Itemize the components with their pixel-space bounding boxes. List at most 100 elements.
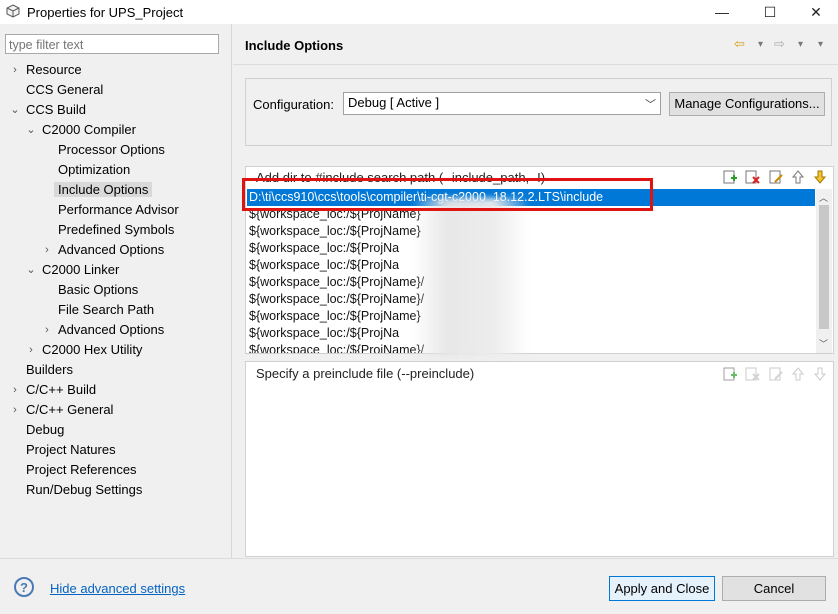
tree-item[interactable]: › Advanced Options (45, 240, 165, 260)
tree-item[interactable]: ⌄ C2000 Compiler (26, 120, 136, 140)
tree-item-label: Debug (26, 422, 65, 437)
filter-input[interactable] (5, 34, 219, 54)
tree-item-label: Predefined Symbols (58, 222, 175, 237)
tree-item-label: C2000 Linker (42, 262, 120, 277)
chevron-right-icon[interactable]: › (26, 340, 36, 360)
tree-item[interactable]: Optimization (58, 160, 130, 180)
tree-item-label: Optimization (58, 162, 131, 177)
tree-item[interactable]: File Search Path (58, 300, 154, 320)
move-up-icon[interactable] (790, 366, 806, 382)
minimize-button[interactable]: — (702, 0, 742, 24)
scrollbar-thumb[interactable] (819, 205, 829, 329)
configuration-value: Debug [ Active ] (348, 95, 440, 110)
edit-icon[interactable] (768, 169, 784, 185)
tree-item-label: Basic Options (58, 282, 139, 297)
annotation-highlight-box (242, 178, 653, 211)
tree-item-label: Performance Advisor (58, 202, 179, 217)
page-title: Include Options (245, 38, 344, 53)
back-menu-icon[interactable]: ▾ (758, 39, 763, 55)
tree-item-label: C/C++ Build (26, 382, 97, 397)
tree-item[interactable]: Basic Options (58, 280, 138, 300)
tree-item-label: Resource (26, 62, 82, 77)
list-item[interactable]: ${workspace_loc:/${ProjNa (249, 240, 399, 257)
list-item[interactable]: ${workspace_loc:/${ProjName} (249, 223, 421, 240)
app-icon (6, 4, 20, 18)
tree-item-label: CCS Build (26, 102, 86, 117)
chevron-down-icon: ﹀ (645, 99, 656, 111)
tree-item[interactable]: Run/Debug Settings (26, 480, 142, 500)
list-item[interactable]: ${workspace_loc:/${ProjName}/ (249, 291, 424, 308)
delete-icon[interactable] (744, 169, 760, 185)
tree-item-label: File Search Path (58, 302, 155, 317)
tree-item-label: C/C++ General (26, 402, 114, 417)
tree-item-label: Run/Debug Settings (26, 482, 143, 497)
scroll-up-icon[interactable]: ︿ (819, 191, 828, 204)
apply-and-close-button[interactable]: Apply and Close (609, 576, 715, 601)
tree-item[interactable]: › Advanced Options (45, 320, 165, 340)
back-icon[interactable]: ⇦ (734, 36, 745, 52)
edit-icon[interactable] (768, 366, 784, 382)
tree-item[interactable]: ⌄ CCS Build (10, 100, 86, 120)
tree-item-label: C2000 Compiler (42, 122, 136, 137)
tree-item[interactable]: Project References (26, 460, 137, 480)
tree-item-label: Advanced Options (58, 322, 165, 337)
hide-advanced-settings-link[interactable]: Hide advanced settings (50, 581, 185, 596)
tree-item[interactable]: Include Options (54, 180, 153, 200)
chevron-down-icon[interactable]: ⌄ (10, 100, 20, 120)
window-title: Properties for UPS_Project (27, 5, 184, 20)
tree-item[interactable]: Processor Options (58, 140, 165, 160)
configuration-label: Configuration: (253, 97, 334, 112)
pane-divider[interactable] (231, 24, 232, 558)
tree-item[interactable]: Predefined Symbols (58, 220, 174, 240)
list-item[interactable]: ${workspace_loc:/${ProjName} (249, 308, 421, 325)
move-down-icon[interactable] (812, 169, 828, 185)
include-list-scrollbar[interactable]: ︿ ﹀ (816, 189, 832, 353)
chevron-right-icon[interactable]: › (42, 240, 52, 260)
help-icon[interactable]: ? (14, 577, 34, 597)
add-icon[interactable] (722, 366, 738, 382)
maximize-button[interactable]: ☐ (750, 0, 790, 24)
chevron-down-icon[interactable]: ⌄ (26, 120, 36, 140)
configuration-select[interactable]: Debug [ Active ] ﹀ (343, 92, 661, 115)
add-icon[interactable] (722, 169, 738, 185)
tree-item[interactable]: Project Natures (26, 440, 116, 460)
tree-item[interactable]: Performance Advisor (58, 200, 179, 220)
chevron-right-icon[interactable]: › (10, 400, 20, 420)
move-down-icon[interactable] (812, 366, 828, 382)
delete-icon[interactable] (744, 366, 760, 382)
list-item[interactable]: ${workspace_loc:/${ProjNa (249, 257, 399, 274)
scroll-down-icon[interactable]: ﹀ (819, 337, 828, 350)
chevron-right-icon[interactable]: › (10, 60, 20, 80)
tree-item[interactable]: Builders (26, 360, 73, 380)
tree-item-label: Processor Options (58, 142, 165, 157)
chevron-right-icon[interactable]: › (10, 380, 20, 400)
list-item[interactable]: ${workspace_loc:/${ProjName}/ (249, 342, 424, 353)
preinclude-panel: Specify a preinclude file (--preinclude) (245, 361, 834, 557)
list-item[interactable]: ${workspace_loc:/${ProjName}/ (249, 274, 424, 291)
tree-item[interactable]: › C2000 Hex Utility (29, 340, 143, 360)
list-item[interactable]: ${workspace_loc:/${ProjNa (249, 325, 399, 342)
tree-item[interactable]: › C/C++ General (13, 400, 114, 420)
chevron-down-icon[interactable]: ⌄ (26, 260, 36, 280)
include-path-list[interactable]: D:\ti\ccs910\ccs\tools\compiler\ti-cgt-c… (247, 189, 815, 353)
tree-item[interactable]: Debug (26, 420, 64, 440)
tree-item-label: Advanced Options (58, 242, 165, 257)
tree-item-label: Project Natures (26, 442, 116, 457)
chevron-right-icon[interactable]: › (42, 320, 52, 340)
manage-configurations-button[interactable]: Manage Configurations... (669, 92, 825, 116)
close-button[interactable]: ✕ (796, 0, 836, 24)
tree-item[interactable]: CCS General (26, 80, 103, 100)
forward-icon[interactable]: ⇨ (774, 36, 785, 52)
forward-menu-icon[interactable]: ▾ (798, 39, 803, 55)
tree-item[interactable]: › C/C++ Build (13, 380, 97, 400)
tree-item[interactable]: ⌄ C2000 Linker (26, 260, 120, 280)
tree-item-label: CCS General (26, 82, 104, 97)
redaction-blur (412, 198, 530, 358)
move-up-icon[interactable] (790, 169, 806, 185)
view-menu-icon[interactable]: ▾ (818, 39, 823, 55)
cancel-button[interactable]: Cancel (722, 576, 826, 601)
preinclude-heading: Specify a preinclude file (--preinclude) (256, 366, 475, 381)
tree-item[interactable]: › Resource (13, 60, 82, 80)
tree-item-label: Project References (26, 462, 137, 477)
tree-item-label: C2000 Hex Utility (42, 342, 143, 357)
